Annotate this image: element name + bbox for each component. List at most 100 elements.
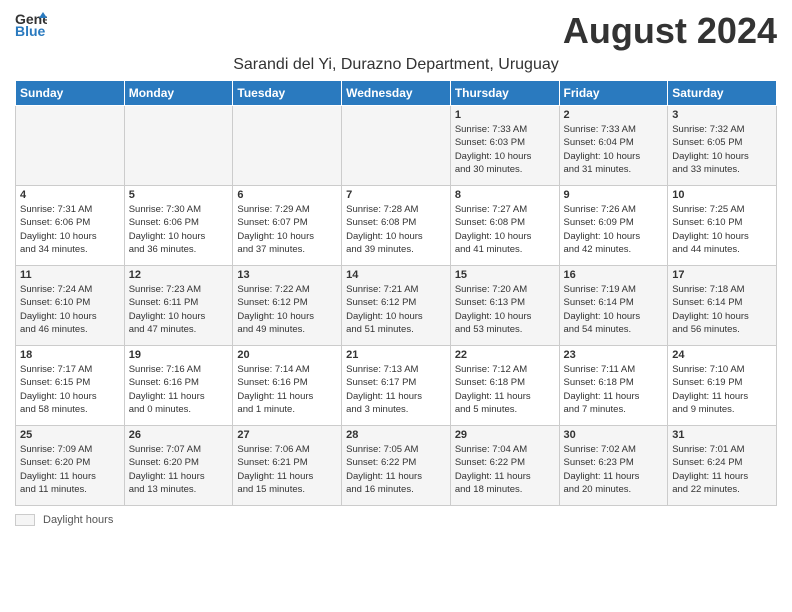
day-info: Sunrise: 7:29 AM Sunset: 6:07 PM Dayligh… bbox=[237, 203, 337, 256]
calendar-cell: 31 Sunrise: 7:01 AM Sunset: 6:24 PM Dayli… bbox=[668, 426, 777, 506]
calendar-cell: 29 Sunrise: 7:04 AM Sunset: 6:22 PM Dayli… bbox=[450, 426, 559, 506]
calendar-cell: 5 Sunrise: 7:30 AM Sunset: 6:06 PM Daylig… bbox=[124, 186, 233, 266]
calendar-cell bbox=[342, 106, 451, 186]
calendar-cell: 1 Sunrise: 7:33 AM Sunset: 6:03 PM Daylig… bbox=[450, 106, 559, 186]
day-info: Sunrise: 7:33 AM Sunset: 6:03 PM Dayligh… bbox=[455, 123, 555, 176]
day-number: 12 bbox=[129, 269, 229, 281]
day-number: 14 bbox=[346, 269, 446, 281]
day-number: 13 bbox=[237, 269, 337, 281]
day-number: 24 bbox=[672, 349, 772, 361]
day-number: 15 bbox=[455, 269, 555, 281]
day-number: 27 bbox=[237, 429, 337, 441]
day-info: Sunrise: 7:07 AM Sunset: 6:20 PM Dayligh… bbox=[129, 443, 229, 496]
day-info: Sunrise: 7:22 AM Sunset: 6:12 PM Dayligh… bbox=[237, 283, 337, 336]
day-info: Sunrise: 7:24 AM Sunset: 6:10 PM Dayligh… bbox=[20, 283, 120, 336]
day-info: Sunrise: 7:32 AM Sunset: 6:05 PM Dayligh… bbox=[672, 123, 772, 176]
day-number: 8 bbox=[455, 189, 555, 201]
day-number: 19 bbox=[129, 349, 229, 361]
day-number: 26 bbox=[129, 429, 229, 441]
calendar-cell: 8 Sunrise: 7:27 AM Sunset: 6:08 PM Daylig… bbox=[450, 186, 559, 266]
day-number: 1 bbox=[455, 109, 555, 121]
day-info: Sunrise: 7:28 AM Sunset: 6:08 PM Dayligh… bbox=[346, 203, 446, 256]
calendar-cell: 6Sunrise: 7:29 AM Sunset: 6:07 PM Daylig… bbox=[233, 186, 342, 266]
day-info: Sunrise: 7:02 AM Sunset: 6:23 PM Dayligh… bbox=[564, 443, 664, 496]
location-title: Sarandi del Yi, Durazno Department, Urug… bbox=[15, 56, 777, 74]
day-number: 10 bbox=[672, 189, 772, 201]
day-number: 5 bbox=[129, 189, 229, 201]
day-number: 9 bbox=[564, 189, 664, 201]
calendar-cell: 25Sunrise: 7:09 AM Sunset: 6:20 PM Dayli… bbox=[16, 426, 125, 506]
calendar-cell: 12Sunrise: 7:23 AM Sunset: 6:11 PM Dayli… bbox=[124, 266, 233, 346]
calendar-cell bbox=[233, 106, 342, 186]
header: General Blue August 2024 bbox=[15, 10, 777, 52]
day-number: 7 bbox=[346, 189, 446, 201]
day-number: 22 bbox=[455, 349, 555, 361]
day-info: Sunrise: 7:25 AM Sunset: 6:10 PM Dayligh… bbox=[672, 203, 772, 256]
calendar-cell: 13 Sunrise: 7:22 AM Sunset: 6:12 PM Dayli… bbox=[233, 266, 342, 346]
calendar-cell: 30 Sunrise: 7:02 AM Sunset: 6:23 PM Dayli… bbox=[559, 426, 668, 506]
day-info: Sunrise: 7:04 AM Sunset: 6:22 PM Dayligh… bbox=[455, 443, 555, 496]
day-info: Sunrise: 7:10 AM Sunset: 6:19 PM Dayligh… bbox=[672, 363, 772, 416]
calendar-cell: 21 Sunrise: 7:13 AM Sunset: 6:17 PM Dayli… bbox=[342, 346, 451, 426]
day-info: Sunrise: 7:05 AM Sunset: 6:22 PM Dayligh… bbox=[346, 443, 446, 496]
calendar-cell: 24 Sunrise: 7:10 AM Sunset: 6:19 PM Dayli… bbox=[668, 346, 777, 426]
day-number: 23 bbox=[564, 349, 664, 361]
calendar-cell: 20Sunrise: 7:14 AM Sunset: 6:16 PM Dayli… bbox=[233, 346, 342, 426]
day-info: Sunrise: 7:27 AM Sunset: 6:08 PM Dayligh… bbox=[455, 203, 555, 256]
calendar-cell: 3 Sunrise: 7:32 AM Sunset: 6:05 PM Daylig… bbox=[668, 106, 777, 186]
weekday-header: Saturday bbox=[668, 81, 777, 106]
logo: General Blue bbox=[15, 10, 47, 38]
day-info: Sunrise: 7:12 AM Sunset: 6:18 PM Dayligh… bbox=[455, 363, 555, 416]
calendar-cell: 27Sunrise: 7:06 AM Sunset: 6:21 PM Dayli… bbox=[233, 426, 342, 506]
day-number: 31 bbox=[672, 429, 772, 441]
calendar-cell: 16 Sunrise: 7:19 AM Sunset: 6:14 PM Dayli… bbox=[559, 266, 668, 346]
calendar-cell bbox=[124, 106, 233, 186]
calendar-cell: 28 Sunrise: 7:05 AM Sunset: 6:22 PM Dayli… bbox=[342, 426, 451, 506]
day-info: Sunrise: 7:33 AM Sunset: 6:04 PM Dayligh… bbox=[564, 123, 664, 176]
day-number: 29 bbox=[455, 429, 555, 441]
day-info: Sunrise: 7:26 AM Sunset: 6:09 PM Dayligh… bbox=[564, 203, 664, 256]
day-number: 21 bbox=[346, 349, 446, 361]
calendar-cell: 15Sunrise: 7:20 AM Sunset: 6:13 PM Dayli… bbox=[450, 266, 559, 346]
day-info: Sunrise: 7:21 AM Sunset: 6:12 PM Dayligh… bbox=[346, 283, 446, 336]
calendar-cell: 10 Sunrise: 7:25 AM Sunset: 6:10 PM Dayli… bbox=[668, 186, 777, 266]
day-info: Sunrise: 7:16 AM Sunset: 6:16 PM Dayligh… bbox=[129, 363, 229, 416]
daylight-hours-label: Daylight hours bbox=[43, 514, 113, 526]
calendar-cell: 2 Sunrise: 7:33 AM Sunset: 6:04 PM Daylig… bbox=[559, 106, 668, 186]
day-info: Sunrise: 7:11 AM Sunset: 6:18 PM Dayligh… bbox=[564, 363, 664, 416]
day-number: 25 bbox=[20, 429, 120, 441]
calendar-cell: 23 Sunrise: 7:11 AM Sunset: 6:18 PM Dayli… bbox=[559, 346, 668, 426]
day-info: Sunrise: 7:13 AM Sunset: 6:17 PM Dayligh… bbox=[346, 363, 446, 416]
calendar-cell: 26 Sunrise: 7:07 AM Sunset: 6:20 PM Dayli… bbox=[124, 426, 233, 506]
calendar-cell: 17 Sunrise: 7:18 AM Sunset: 6:14 PM Dayli… bbox=[668, 266, 777, 346]
weekday-header: Thursday bbox=[450, 81, 559, 106]
calendar-cell: 9 Sunrise: 7:26 AM Sunset: 6:09 PM Daylig… bbox=[559, 186, 668, 266]
day-info: Sunrise: 7:14 AM Sunset: 6:16 PM Dayligh… bbox=[237, 363, 337, 416]
day-number: 16 bbox=[564, 269, 664, 281]
logo-icon: General Blue bbox=[15, 10, 47, 38]
calendar-cell: 19 Sunrise: 7:16 AM Sunset: 6:16 PM Dayli… bbox=[124, 346, 233, 426]
calendar-cell: 18Sunrise: 7:17 AM Sunset: 6:15 PM Dayli… bbox=[16, 346, 125, 426]
weekday-header: Wednesday bbox=[342, 81, 451, 106]
day-number: 30 bbox=[564, 429, 664, 441]
day-number: 17 bbox=[672, 269, 772, 281]
day-number: 4 bbox=[20, 189, 120, 201]
day-info: Sunrise: 7:01 AM Sunset: 6:24 PM Dayligh… bbox=[672, 443, 772, 496]
day-number: 2 bbox=[564, 109, 664, 121]
svg-text:Blue: Blue bbox=[15, 23, 46, 38]
day-number: 3 bbox=[672, 109, 772, 121]
calendar-cell: 7 Sunrise: 7:28 AM Sunset: 6:08 PM Daylig… bbox=[342, 186, 451, 266]
weekday-header: Monday bbox=[124, 81, 233, 106]
day-info: Sunrise: 7:19 AM Sunset: 6:14 PM Dayligh… bbox=[564, 283, 664, 336]
calendar-cell bbox=[16, 106, 125, 186]
day-number: 28 bbox=[346, 429, 446, 441]
footer-note: Daylight hours bbox=[15, 514, 777, 526]
day-info: Sunrise: 7:30 AM Sunset: 6:06 PM Dayligh… bbox=[129, 203, 229, 256]
calendar-cell: 22 Sunrise: 7:12 AM Sunset: 6:18 PM Dayli… bbox=[450, 346, 559, 426]
day-info: Sunrise: 7:18 AM Sunset: 6:14 PM Dayligh… bbox=[672, 283, 772, 336]
weekday-header: Friday bbox=[559, 81, 668, 106]
day-info: Sunrise: 7:31 AM Sunset: 6:06 PM Dayligh… bbox=[20, 203, 120, 256]
day-info: Sunrise: 7:17 AM Sunset: 6:15 PM Dayligh… bbox=[20, 363, 120, 416]
calendar-table: SundayMondayTuesdayWednesdayThursdayFrid… bbox=[15, 80, 777, 506]
day-number: 11 bbox=[20, 269, 120, 281]
